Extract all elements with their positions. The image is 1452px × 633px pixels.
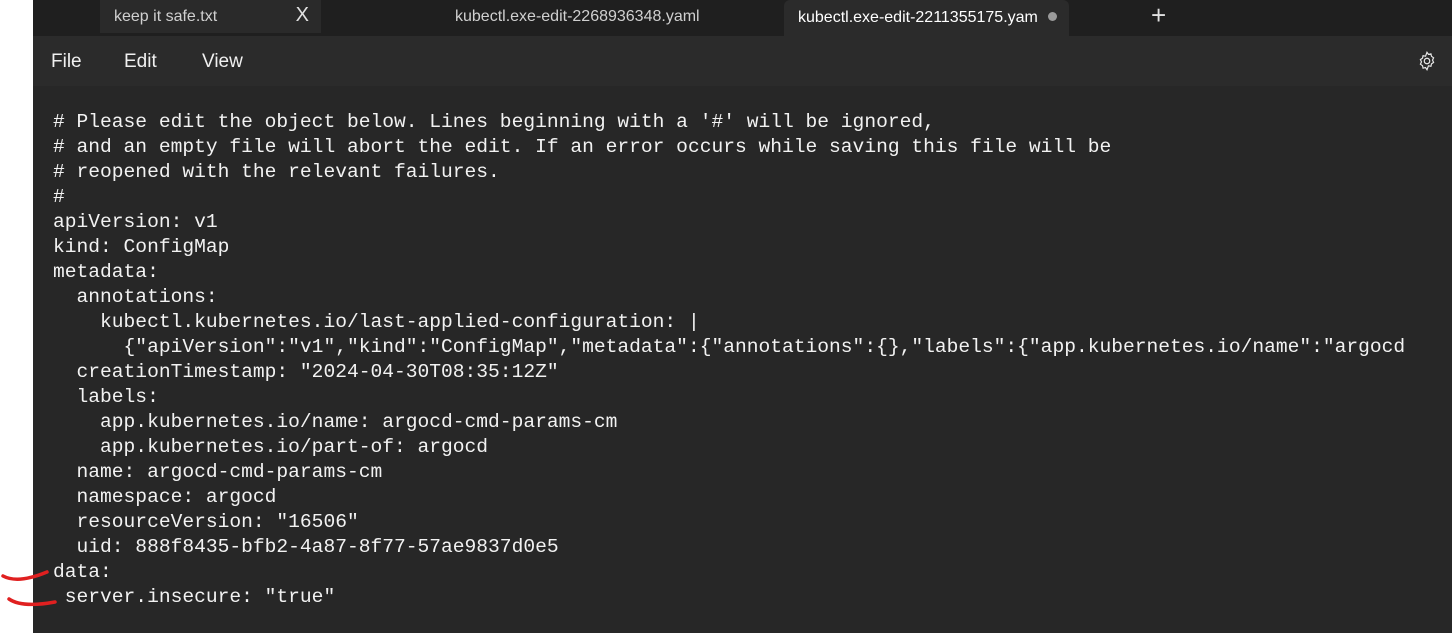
tab-kubectl-edit-2268936348[interactable]: kubectl.exe-edit-2268936348.yaml [441,0,784,33]
tab-keep-it-safe[interactable]: keep it safe.txt X [100,0,321,33]
code-line: namespace: argocd [53,486,277,508]
code-line: # and an empty file will abort the edit.… [53,136,1112,158]
close-tab-icon[interactable]: X [296,4,309,27]
code-line: server.insecure: "true" [53,586,336,608]
tab-label: kubectl.exe-edit-2211355175.yam [798,9,1038,26]
menu-edit[interactable]: Edit [124,51,157,73]
unsaved-dot-icon[interactable] [1048,12,1057,21]
code-line: kubectl.kubernetes.io/last-applied-confi… [53,311,700,333]
code-line: app.kubernetes.io/part-of: argocd [53,436,489,458]
code-line: labels: [53,386,159,408]
tab-label: kubectl.exe-edit-2268936348.yaml [455,7,700,25]
code-line: data: [53,561,112,583]
red-annotation-marks [1,570,57,607]
code-line: apiVersion: v1 [53,211,218,233]
code-line: metadata: [53,261,159,283]
code-line: {"apiVersion":"v1","kind":"ConfigMap","m… [53,336,1406,358]
code-line: # Please edit the object below. Lines be… [53,111,935,133]
tab-kubectl-edit-2211355175[interactable]: kubectl.exe-edit-2211355175.yam [784,0,1069,36]
code-line: annotations: [53,286,218,308]
code-line: kind: ConfigMap [53,236,230,258]
menu-bar: File Edit View [33,36,1452,86]
code-line: app.kubernetes.io/name: argocd-cmd-param… [53,411,618,433]
code-line: name: argocd-cmd-params-cm [53,461,383,483]
menu-file[interactable]: File [51,51,82,73]
tab-bar: keep it safe.txt X kubectl.exe-edit-2268… [33,0,1452,36]
text-editor[interactable]: # Please edit the object below. Lines be… [53,110,1405,610]
settings-gear-icon[interactable] [1416,50,1438,72]
code-line: resourceVersion: "16506" [53,511,359,533]
tab-label: keep it safe.txt [114,7,218,25]
menu-view[interactable]: View [202,51,243,73]
code-line: # reopened with the relevant failures. [53,161,500,183]
notepad-window: keep it safe.txt X kubectl.exe-edit-2268… [33,0,1452,633]
new-tab-button[interactable]: + [1151,2,1166,28]
code-line: uid: 888f8435-bfb2-4a87-8f77-57ae9837d0e… [53,536,559,558]
code-line: creationTimestamp: "2024-04-30T08:35:12Z… [53,361,559,383]
code-line: # [53,186,65,208]
